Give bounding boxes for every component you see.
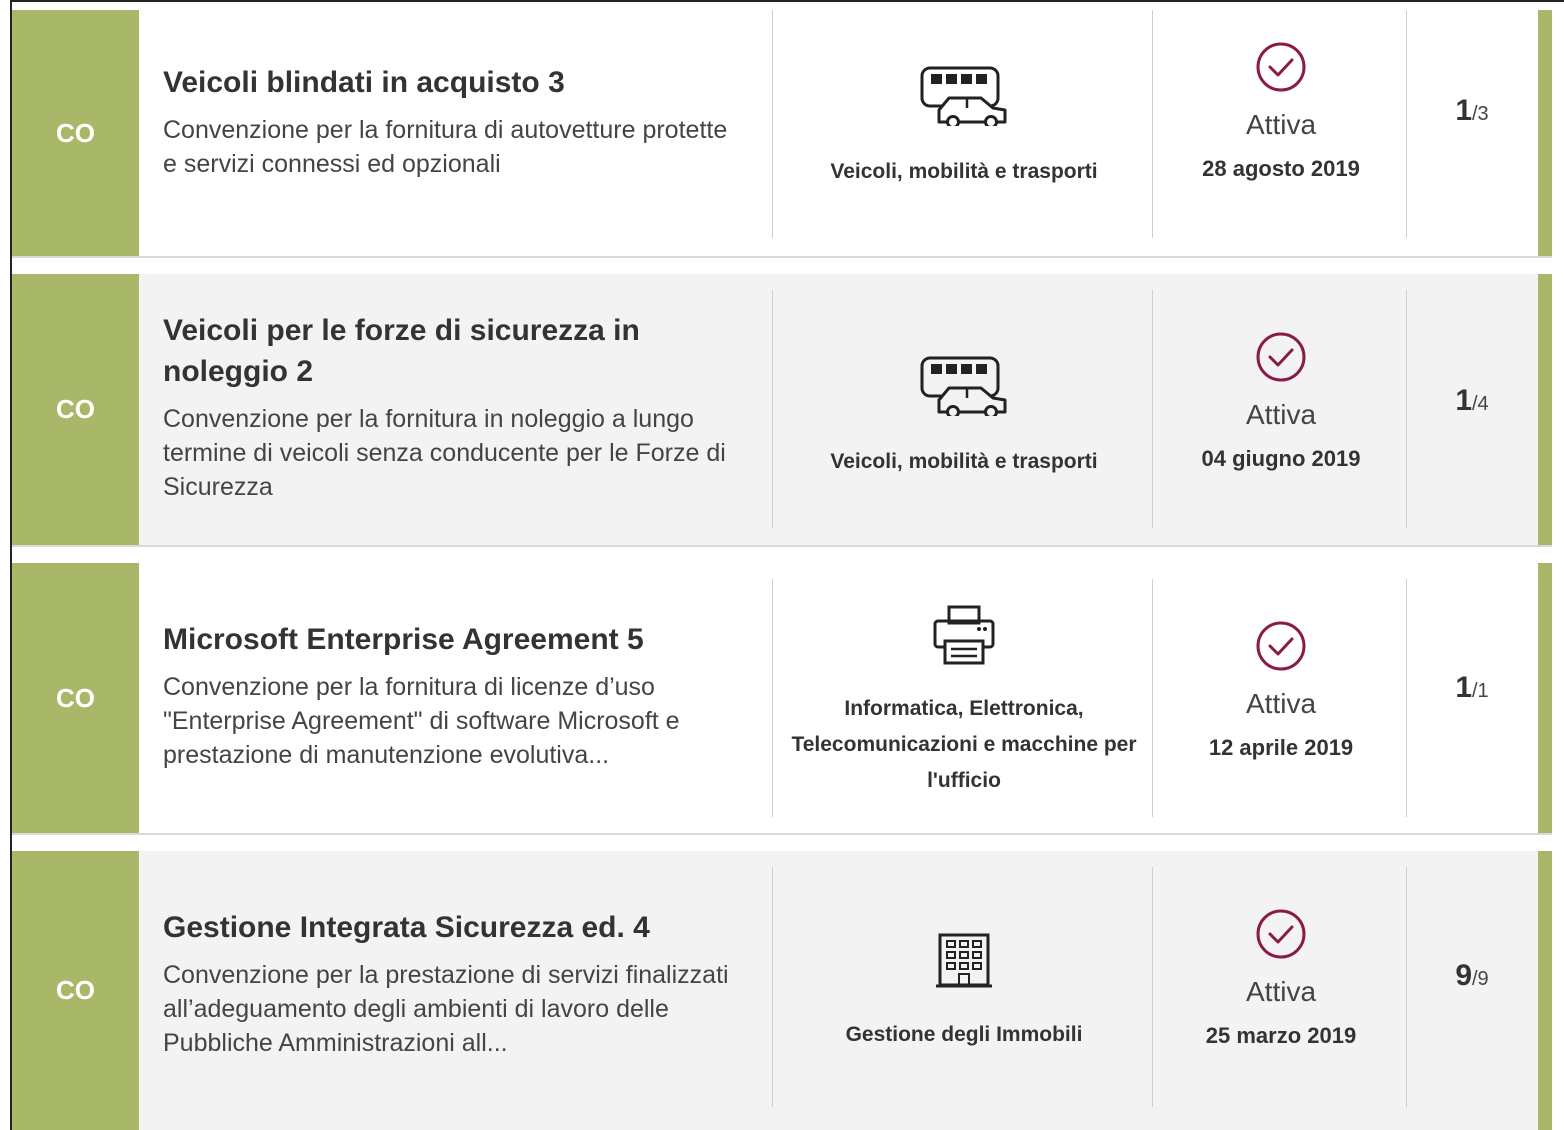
status-label: Attiva — [1245, 109, 1317, 140]
status-date: 04 giugno 2019 — [1201, 446, 1361, 471]
status-label: Attiva — [1245, 399, 1317, 430]
status-label: Attiva — [1245, 688, 1317, 719]
list-item[interactable]: CO Veicoli blindati in acquisto 3 Conven… — [12, 10, 1552, 258]
lot-count-number: 1 — [1455, 384, 1472, 417]
column-divider — [1152, 290, 1153, 528]
building-icon — [936, 933, 992, 988]
lot-count: 1/3 — [1407, 94, 1537, 128]
frame-top-border — [10, 0, 1564, 2]
item-accent-bar — [1538, 851, 1552, 1130]
lot-count: 1/1 — [1407, 671, 1537, 705]
category-label: Veicoli, mobilità e trasporti — [830, 450, 1098, 473]
check-circle-icon — [1256, 909, 1306, 959]
column-divider — [772, 290, 773, 528]
type-badge: CO — [12, 851, 139, 1130]
item-description: Convenzione per la fornitura di licenze … — [163, 673, 680, 769]
item-title[interactable]: Veicoli blindati in acquisto 3 — [163, 62, 743, 103]
type-badge: CO — [12, 563, 139, 833]
type-badge: CO — [12, 274, 139, 545]
lot-count: 1/4 — [1407, 384, 1537, 418]
item-description: Convenzione per la fornitura in noleggio… — [163, 405, 726, 501]
lot-count-total: /9 — [1472, 968, 1489, 990]
item-accent-bar — [1538, 274, 1552, 545]
item-accent-bar — [1538, 563, 1552, 833]
lot-count: 9/9 — [1407, 959, 1537, 993]
item-description: Convenzione per la fornitura di autovett… — [163, 116, 728, 178]
column-divider — [1152, 10, 1153, 238]
item-accent-bar — [1538, 10, 1552, 256]
check-circle-icon — [1256, 621, 1306, 671]
status-date: 28 agosto 2019 — [1202, 156, 1360, 181]
column-divider — [772, 579, 773, 817]
printer-icon — [933, 605, 995, 665]
lot-count-number: 9 — [1455, 959, 1472, 992]
check-circle-icon — [1256, 42, 1306, 92]
item-title[interactable]: Microsoft Enterprise Agreement 5 — [163, 619, 743, 660]
list-item[interactable]: CO Microsoft Enterprise Agreement 5 Conv… — [12, 563, 1552, 835]
category-label: Gestione degli Immobili — [845, 1023, 1083, 1046]
item-description: Convenzione per la prestazione di serviz… — [163, 961, 729, 1057]
category-label: Informatica, Elettronica, Telecomunicazi… — [791, 697, 1137, 792]
lot-count-number: 1 — [1455, 671, 1472, 704]
check-circle-icon — [1256, 332, 1306, 382]
status-date: 12 aprile 2019 — [1208, 735, 1354, 760]
status-label: Attiva — [1245, 976, 1317, 1007]
status-date: 25 marzo 2019 — [1205, 1023, 1357, 1048]
item-title[interactable]: Gestione Integrata Sicurezza ed. 4 — [163, 907, 743, 948]
bus-car-icon — [920, 66, 1007, 126]
column-divider — [1152, 867, 1153, 1107]
item-title[interactable]: Veicoli per le forze di sicurezza in nol… — [163, 310, 683, 392]
list-item[interactable]: CO Gestione Integrata Sicurezza ed. 4 Co… — [12, 851, 1552, 1130]
column-divider — [772, 867, 773, 1107]
list-item[interactable]: CO Veicoli per le forze di sicurezza in … — [12, 274, 1552, 547]
category-label: Veicoli, mobilità e trasporti — [830, 160, 1098, 183]
column-divider — [772, 10, 773, 238]
lot-count-number: 1 — [1455, 94, 1472, 127]
type-badge: CO — [12, 10, 139, 256]
lot-count-total: /1 — [1472, 680, 1489, 702]
column-divider — [1152, 579, 1153, 817]
bus-car-icon — [920, 356, 1007, 416]
lot-count-total: /3 — [1472, 103, 1489, 125]
lot-count-total: /4 — [1472, 393, 1489, 415]
